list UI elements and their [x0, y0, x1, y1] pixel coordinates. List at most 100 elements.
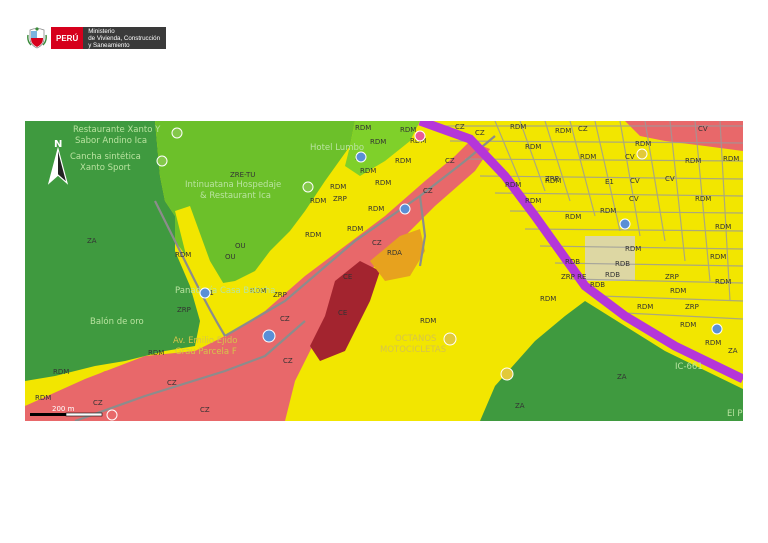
place-label: Grau Parcela F	[175, 347, 237, 357]
label-rdm: RDM	[360, 167, 376, 175]
poi-marker-icon	[262, 329, 276, 343]
label-rdm: RDM	[347, 225, 363, 233]
poi-marker-icon	[399, 203, 411, 215]
poi-marker-icon	[199, 287, 211, 299]
poi-marker-icon	[156, 155, 168, 167]
label-zrp: ZRP	[545, 175, 559, 183]
label-zrp: ZRP	[665, 273, 679, 281]
place-label: Cancha sintética	[70, 151, 141, 162]
label-rdm: RDM	[375, 179, 391, 187]
label-rdb: RDB	[565, 258, 580, 266]
label-cz: CZ	[200, 406, 210, 414]
ministry-name: Ministerio de Vivienda, Construcción y S…	[83, 27, 167, 49]
label-rdm: RDM	[680, 321, 696, 329]
label-rdm: RDM	[148, 349, 164, 357]
label-rdm: RDM	[670, 287, 686, 295]
place-label: Balón de oro	[90, 316, 144, 327]
place-label: OCTANOS	[395, 334, 436, 344]
place-label: Sabor Andino Ica	[75, 136, 147, 146]
label-rdm: RDM	[715, 223, 731, 231]
label-ce: CE	[343, 273, 352, 281]
place-label: Intinuatana Hospedaje	[185, 180, 281, 190]
label-rdm: RDM	[565, 213, 581, 221]
label-cz: CZ	[475, 129, 485, 137]
label-rdm: RDM	[420, 317, 436, 325]
place-label: El P	[727, 409, 743, 419]
label-zrp: ZRP	[685, 303, 699, 311]
label-cz: CZ	[167, 379, 177, 387]
label-rdm: RDM	[368, 205, 384, 213]
label-rda: RDA	[387, 249, 402, 257]
label-rdb: RDB	[605, 271, 620, 279]
label-rdm: RDM	[53, 368, 69, 376]
label-rdm: RDM	[525, 197, 541, 205]
label-za: ZA	[515, 402, 525, 410]
label-rdm: RDM	[600, 207, 616, 215]
label-zrp: ZRP	[333, 195, 347, 203]
label-cv: CV	[625, 153, 635, 161]
label-ce: CE	[338, 309, 347, 317]
poi-marker-icon	[414, 130, 426, 142]
ministry-line-3: y Saneamiento	[88, 42, 130, 49]
label-cz: CZ	[578, 125, 588, 133]
label-cv: CV	[629, 195, 639, 203]
label-rdm: RDM	[625, 245, 641, 253]
label-cz: CZ	[372, 239, 382, 247]
place-label: Panadería Casa Baticha	[175, 286, 275, 296]
label-zrp: ZRP	[177, 306, 191, 314]
label-rdm: RDM	[525, 143, 541, 151]
header-logo: PERÚ Ministerio de Vivienda, Construcció…	[27, 26, 167, 50]
label-rdm: RDM	[175, 251, 191, 259]
country-label: PERÚ	[51, 27, 84, 49]
place-label: & Restaurant Ica	[200, 191, 271, 201]
label-rdm: RDM	[685, 157, 701, 165]
label-za: ZA	[728, 347, 738, 355]
label-rdm: RDM	[330, 183, 346, 191]
label-rdm: RDM	[395, 157, 411, 165]
label-cz: CZ	[283, 357, 293, 365]
label-za: ZA	[617, 373, 627, 381]
label-rdm: RDM	[35, 394, 51, 402]
label-cv: CV	[698, 125, 708, 133]
label-rdm: RDM	[310, 197, 326, 205]
label-rdm: RDM	[400, 126, 416, 134]
label-rdm: RDM	[723, 155, 739, 163]
place-label: Hotel Lumbo	[310, 143, 364, 153]
label-rdm: RDM	[695, 195, 711, 203]
place-label: Restaurante Xanto Y	[73, 125, 161, 135]
label-cz: CZ	[423, 187, 433, 195]
scale-label: 200 m	[52, 405, 75, 413]
label-zrp-re: ZRP RE	[561, 273, 586, 281]
label-cz: CZ	[93, 399, 103, 407]
label-rdm: RDM	[715, 278, 731, 286]
label-e1: E1	[605, 178, 614, 186]
label-rdm: RDM	[637, 303, 653, 311]
label-cv: CV	[665, 175, 675, 183]
label-rdm: RDM	[555, 127, 571, 135]
label-rdm: RDM	[710, 253, 726, 261]
label-rdm: RDM	[705, 339, 721, 347]
zoning-map-svg: ZA ZA ZA ZA ZRE-TU RDM RDM RDM RDM RDM R…	[25, 121, 743, 421]
ministry-line-1: Ministerio	[88, 28, 115, 35]
label-rdm: RDM	[540, 295, 556, 303]
label-ou: OU	[225, 253, 236, 261]
label-rdb: RDB	[615, 260, 630, 268]
label-rdm: RDM	[580, 153, 596, 161]
ministry-banner: PERÚ Ministerio de Vivienda, Construcció…	[51, 27, 167, 49]
poi-marker-icon	[171, 127, 183, 139]
poi-marker-icon	[106, 409, 118, 421]
zoning-map[interactable]: ZA ZA ZA ZA ZRE-TU RDM RDM RDM RDM RDM R…	[25, 121, 743, 421]
poi-marker-icon	[636, 148, 648, 160]
poi-marker-icon	[619, 218, 631, 230]
poi-marker-icon	[443, 332, 457, 346]
label-ou: OU	[235, 242, 246, 250]
poi-marker-icon	[711, 323, 723, 335]
poi-marker-icon	[355, 151, 367, 163]
place-label: IC-661	[675, 362, 703, 372]
label-rdm: RDM	[305, 231, 321, 239]
place-label: Xanto Sport	[80, 163, 131, 173]
label-rdm: RDM	[635, 140, 651, 148]
label-rdm: RDM	[505, 181, 521, 189]
label-za: ZA	[87, 237, 97, 245]
place-label: Av. Emilio Ejido	[173, 336, 237, 346]
